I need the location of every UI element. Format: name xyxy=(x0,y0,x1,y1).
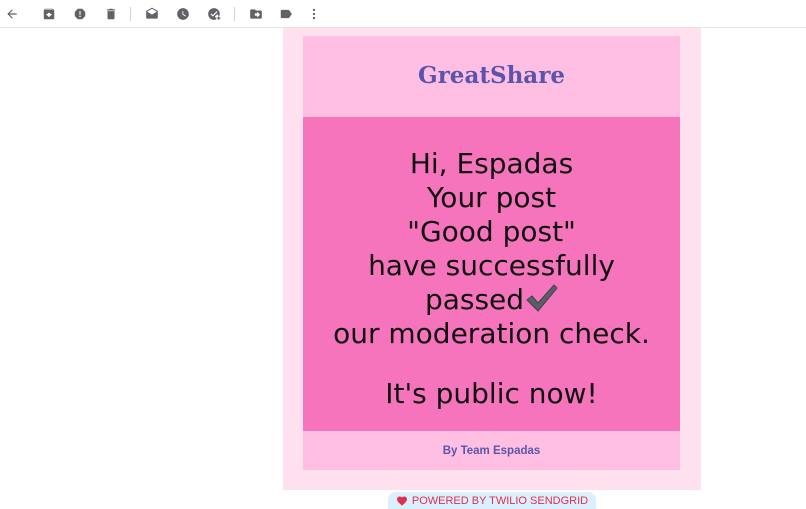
delete-icon xyxy=(106,8,116,20)
mark-unread-button[interactable] xyxy=(142,4,162,24)
delete-button[interactable] xyxy=(101,4,121,24)
mark-unread-icon xyxy=(146,7,158,19)
powered-by-badge[interactable]: POWERED BY TWILIO SENDGRID xyxy=(388,492,596,509)
public-now-text: It's public now! xyxy=(385,377,598,410)
archive-icon xyxy=(43,8,55,20)
labels-button[interactable] xyxy=(276,4,296,24)
email-message-body: Hi, Espadas Your post "Good post" have s… xyxy=(303,117,680,431)
signature-text: By Team Espadas xyxy=(442,444,541,457)
report-spam-icon xyxy=(74,8,86,20)
email-toolbar xyxy=(0,0,806,28)
back-button[interactable] xyxy=(2,4,22,24)
snooze-icon xyxy=(177,8,189,20)
more-options-button[interactable] xyxy=(304,4,324,24)
message-line: have successfully xyxy=(368,249,615,282)
message-line: our moderation check. xyxy=(333,317,650,350)
add-to-tasks-button[interactable] xyxy=(204,4,224,24)
message-spacer xyxy=(303,351,680,377)
labels-icon xyxy=(280,9,292,19)
move-to-icon xyxy=(250,9,262,19)
post-title-text: "Good post" xyxy=(407,215,576,248)
powered-by-text: POWERED BY TWILIO SENDGRID xyxy=(411,494,589,507)
report-spam-button[interactable] xyxy=(70,4,90,24)
toolbar-separator xyxy=(130,7,131,21)
heart-icon xyxy=(396,496,407,506)
move-to-button[interactable] xyxy=(246,4,266,24)
archive-button[interactable] xyxy=(39,4,59,24)
email-header: GreatShare xyxy=(303,36,680,117)
snooze-button[interactable] xyxy=(173,4,193,24)
greeting-text: Hi, Espadas xyxy=(409,147,574,180)
add-to-tasks-icon xyxy=(208,8,221,20)
back-arrow-icon xyxy=(7,9,17,19)
check-mark-icon xyxy=(526,284,558,312)
more-options-icon xyxy=(312,8,316,20)
toolbar-separator xyxy=(234,7,235,21)
passed-line: passed xyxy=(303,283,680,317)
message-line: Your post xyxy=(426,181,557,214)
brand-title: GreatShare xyxy=(418,62,565,89)
passed-text: passed xyxy=(424,283,525,316)
email-footer: By Team Espadas xyxy=(303,431,680,470)
